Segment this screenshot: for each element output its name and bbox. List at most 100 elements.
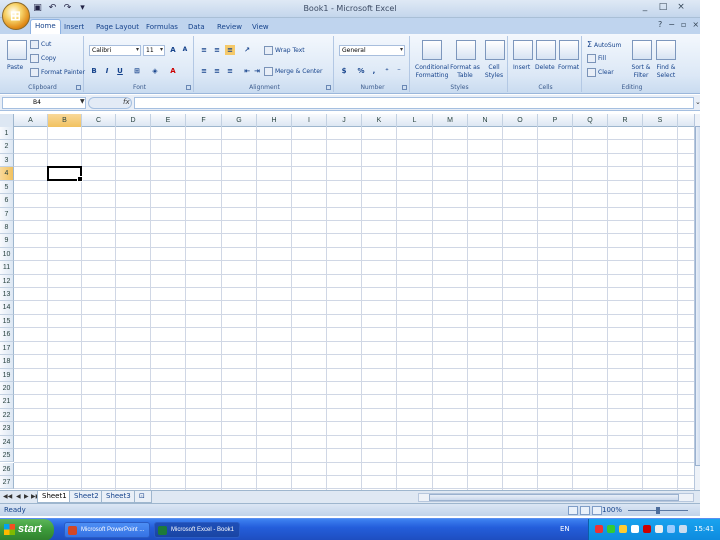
row-header[interactable]: 16 [0,328,14,342]
shrink-font-button[interactable]: A [180,45,190,55]
tray-icon-4[interactable] [631,525,639,533]
tray-icon-6[interactable] [655,525,663,533]
wrap-text-button[interactable]: Wrap Text [264,46,305,55]
tray-icon-1[interactable] [595,525,603,533]
row-header[interactable]: 22 [0,408,14,423]
tab-formulas[interactable]: Formulas [142,21,182,34]
column-header[interactable]: E [151,114,186,127]
align-center-icon[interactable]: ≡ [212,66,222,76]
number-format-combo[interactable]: General [339,45,405,56]
name-box-dropdown-icon[interactable]: ▼ [80,98,85,105]
row-header[interactable]: 25 [0,449,14,463]
currency-button[interactable]: $ [339,66,349,76]
row-header[interactable]: 13 [0,288,14,302]
undo-icon[interactable]: ↶ [47,3,58,14]
column-header[interactable]: S [643,114,678,127]
column-header[interactable]: P [538,114,573,127]
row-header[interactable]: 27 [0,475,14,490]
prev-sheet-icon[interactable]: ◀ [16,493,21,500]
column-header[interactable]: M [433,114,468,127]
cell-styles-button[interactable]: Cell Styles [482,64,506,80]
sheet-tab-sheet1[interactable]: Sheet1 [37,491,72,503]
tab-home[interactable]: Home [30,19,61,34]
save-icon[interactable]: ▣ [32,3,43,14]
column-header[interactable]: H [257,114,292,127]
row-header[interactable]: 6 [0,194,14,208]
zoom-slider-knob[interactable] [656,507,660,514]
select-all-corner[interactable] [0,114,14,127]
increase-decimal-icon[interactable]: ⁺ [382,66,392,76]
font-size-combo[interactable]: 11 [143,45,165,56]
number-launcher-icon[interactable] [402,85,407,90]
copy-button[interactable]: Copy [30,54,56,63]
bold-button[interactable]: B [89,66,99,76]
row-header[interactable]: 26 [0,462,14,476]
paste-button[interactable]: Paste [7,64,23,71]
row-header[interactable]: 3 [0,153,14,168]
borders-icon[interactable]: ⊞ [132,66,142,76]
tab-view[interactable]: View [248,21,273,34]
column-header[interactable]: K [362,114,397,127]
row-header[interactable]: 17 [0,341,14,356]
active-cell[interactable] [47,166,83,183]
name-box[interactable]: B4 [2,97,86,109]
decrease-decimal-icon[interactable]: ⁻ [394,66,404,76]
column-header[interactable]: D [116,114,151,127]
row-header[interactable]: 11 [0,261,14,275]
row-header[interactable]: 18 [0,355,14,369]
tray-icon-5[interactable] [643,525,651,533]
row-header[interactable]: 12 [0,274,14,289]
help-icon[interactable]: ? [658,20,662,29]
office-button[interactable]: ⊞ [2,2,30,30]
row-header[interactable]: 9 [0,234,14,248]
column-header[interactable]: F [186,114,222,127]
worksheet-grid[interactable]: ABCDEFGHIJKLMNOPQRS 1 2 3 4 5 6 7 8 9 10 11 12 13 14 1… [0,114,694,490]
row-header[interactable]: 24 [0,435,14,450]
normal-view-button[interactable] [568,506,578,515]
align-right-icon[interactable]: ≡ [225,66,235,76]
format-painter-button[interactable]: Format Painter [30,68,85,77]
tab-data[interactable]: Data [184,21,209,34]
column-header[interactable]: I [292,114,327,127]
ribbon-minimize-icon[interactable]: − [668,20,675,29]
minimize-button[interactable]: _ [640,2,650,12]
clear-button[interactable]: Clear [587,68,614,77]
grow-font-button[interactable]: A [168,45,178,55]
first-sheet-icon[interactable]: ◀◀ [3,493,12,500]
tray-icon-2[interactable] [607,525,615,533]
row-header[interactable]: 1 [0,127,14,141]
insert-cells-button[interactable]: Insert [513,64,530,71]
merge-center-button[interactable]: Merge & Center [264,67,322,76]
customize-icon[interactable]: ▾ [77,3,88,14]
row-header[interactable]: 5 [0,180,14,195]
column-header[interactable]: G [222,114,257,127]
tab-review[interactable]: Review [213,21,246,34]
find-select-button[interactable]: Find & Select [654,64,678,80]
horizontal-scroll-thumb[interactable] [429,494,679,501]
formula-input[interactable] [134,97,694,109]
format-as-table-button[interactable]: Format as Table [450,64,480,80]
comma-button[interactable]: , [369,66,379,76]
row-header[interactable]: 8 [0,220,14,235]
taskbar-excel[interactable]: Microsoft Excel - Book1 [154,522,240,538]
column-header[interactable]: N [468,114,503,127]
row-header[interactable]: 21 [0,395,14,409]
zoom-level[interactable]: 100% [602,506,622,514]
insert-sheet-icon[interactable]: ⊡ [134,491,152,503]
column-header[interactable]: O [503,114,538,127]
close-button[interactable]: × [676,2,686,12]
orientation-icon[interactable]: ↗ [242,45,252,55]
fill-button[interactable]: Fill [587,54,606,63]
fill-color-icon[interactable]: ◈ [150,66,160,76]
format-cells-button[interactable]: Format [558,64,579,71]
volume-icon[interactable] [667,525,675,533]
conditional-formatting-button[interactable]: Conditional Formatting [414,64,450,80]
cut-button[interactable]: Cut [30,40,51,49]
row-header[interactable]: 15 [0,314,14,329]
ribbon-restore-icon[interactable]: ▫ [681,20,686,29]
row-header[interactable]: 14 [0,301,14,315]
row-header[interactable]: 19 [0,368,14,382]
column-header[interactable]: J [327,114,362,127]
sort-filter-button[interactable]: Sort & Filter [630,64,652,80]
row-header[interactable]: 2 [0,140,14,154]
